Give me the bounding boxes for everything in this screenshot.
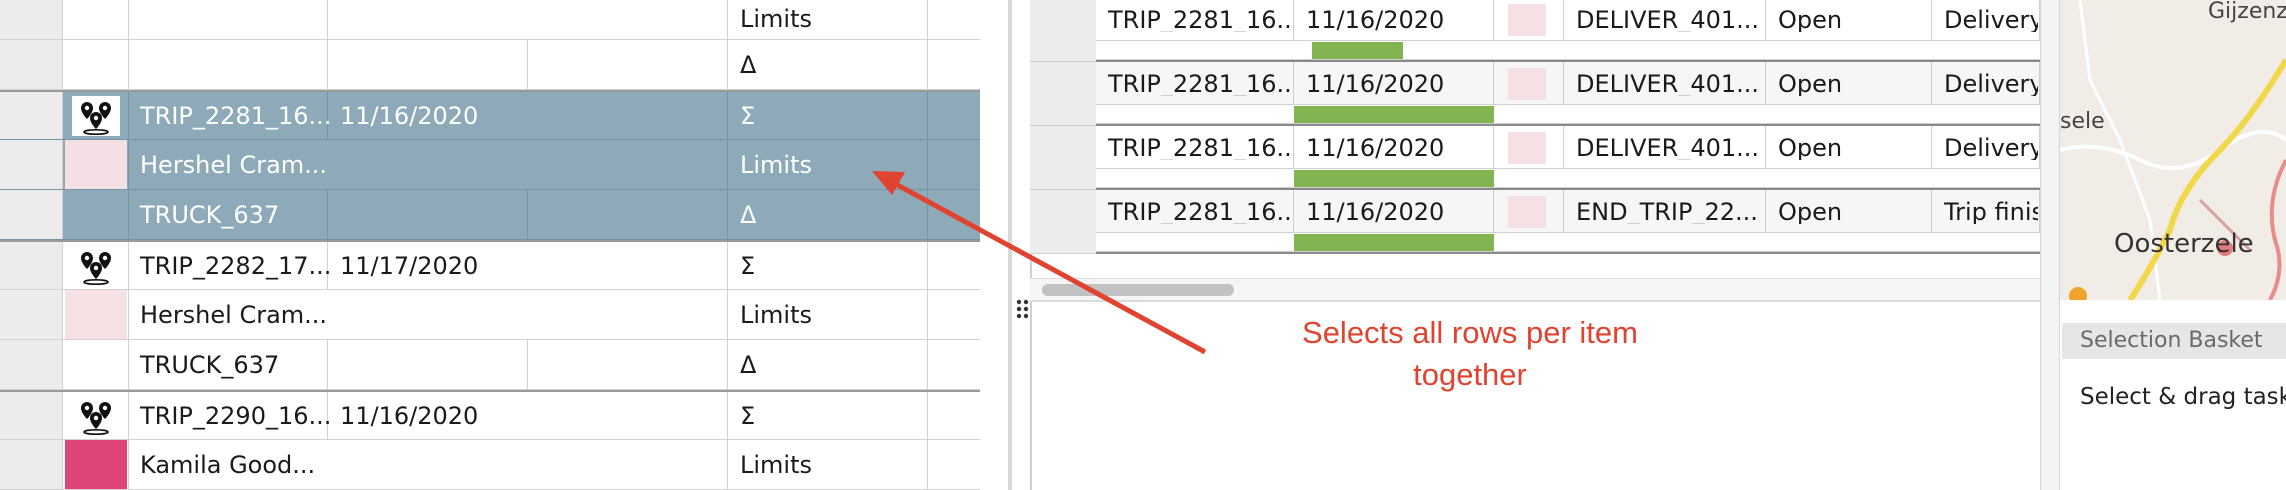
annotation-arrow — [872, 171, 1207, 355]
annotation-line-2: together — [1413, 357, 1527, 392]
annotation-text: Selects all rows per item together — [1260, 312, 1680, 396]
annotation-line-1: Selects all rows per item — [1302, 315, 1638, 350]
